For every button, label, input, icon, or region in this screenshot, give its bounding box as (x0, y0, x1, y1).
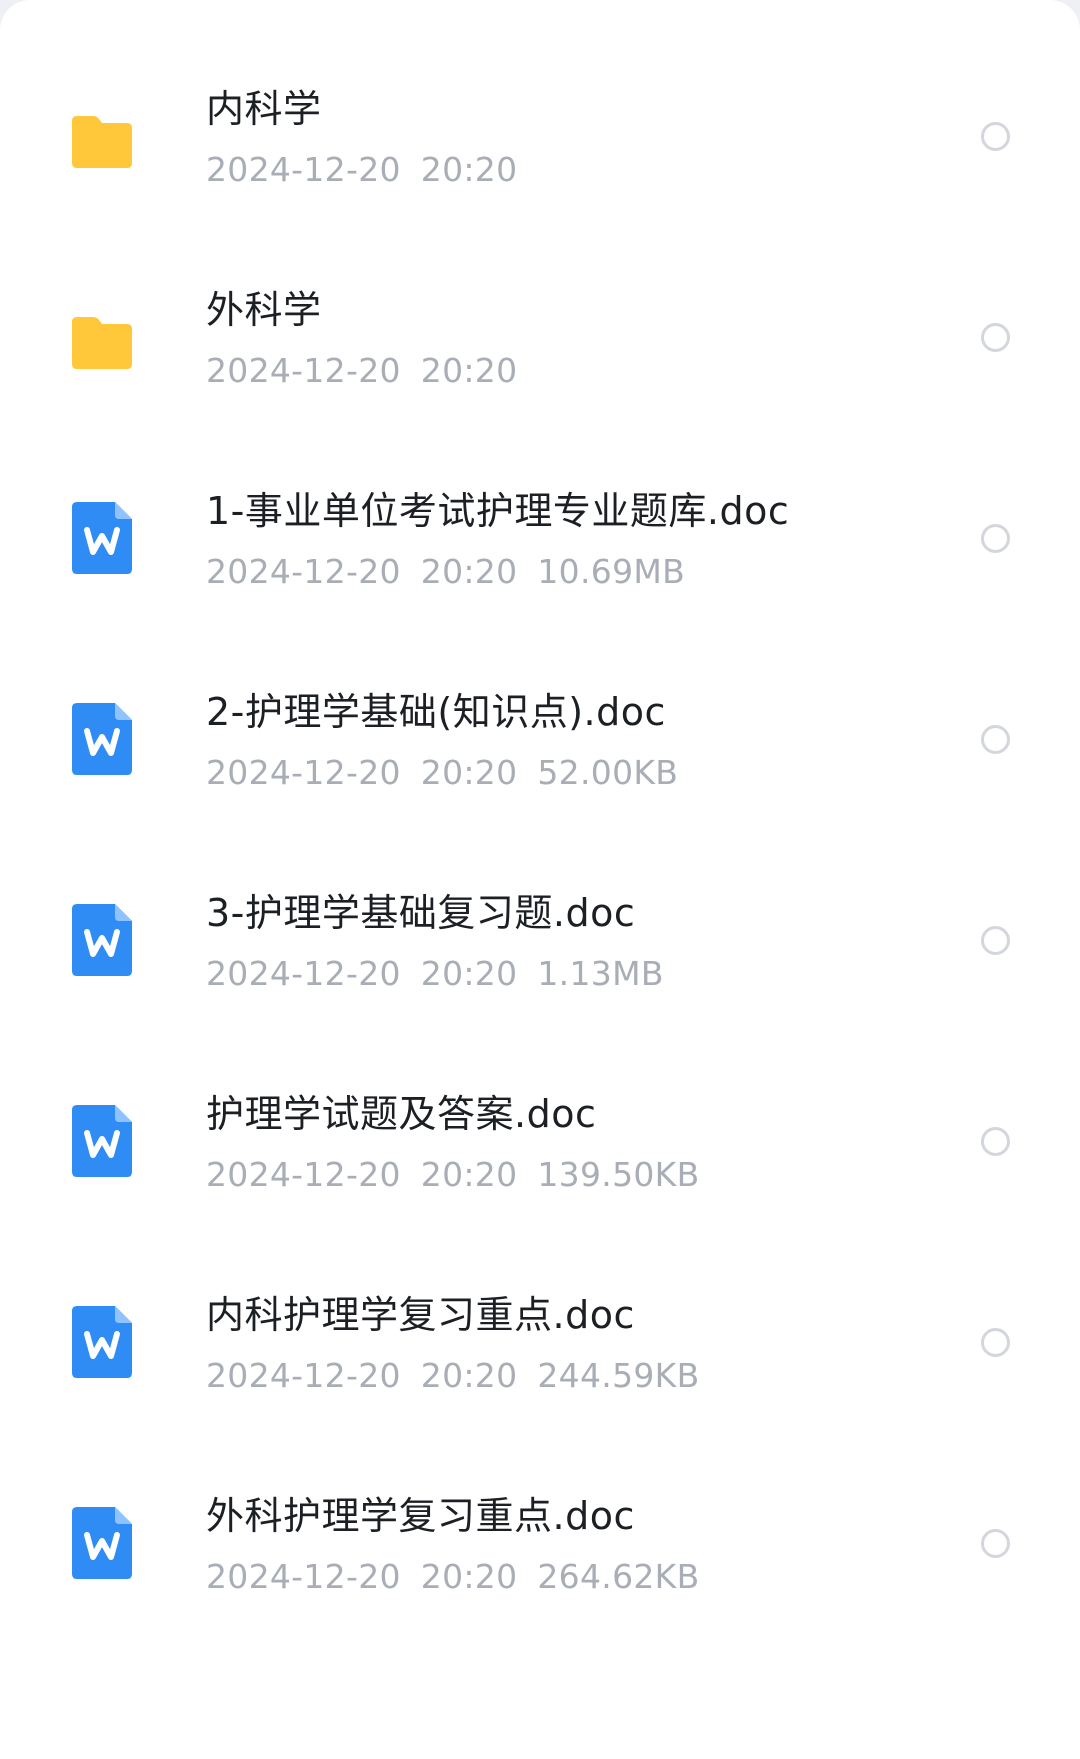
file-name: 外科学 (206, 288, 322, 332)
file-time: 20:20 (420, 1155, 518, 1194)
select-radio-button[interactable] (981, 323, 1010, 352)
file-size: 10.69MB (537, 552, 686, 591)
file-text: 2-护理学基础(知识点).doc 2024-12-20 20:20 52.00KB (206, 689, 946, 793)
file-list-item[interactable]: 2-护理学基础(知识点).doc 2024-12-20 20:20 52.00KB (0, 645, 1080, 846)
file-name: 内科护理学复习重点.doc (206, 1293, 635, 1337)
file-text: 3-护理学基础复习题.doc 2024-12-20 20:20 1.13MB (206, 890, 946, 994)
file-meta: 2024-12-20 20:20 1.13MB (206, 954, 946, 994)
select-radio-button[interactable] (981, 524, 1010, 553)
word-doc-icon (70, 1304, 134, 1380)
file-browser-sheet: 内科学 2024-12-20 20:20 外科学 2024-12-20 20:20 1-事业… (0, 0, 1080, 1759)
word-doc-icon (70, 902, 134, 978)
file-list: 内科学 2024-12-20 20:20 外科学 2024-12-20 20:20 1-事业… (0, 42, 1080, 1650)
file-meta: 2024-12-20 20:20 244.59KB (206, 1356, 946, 1396)
file-date: 2024-12-20 (206, 1356, 401, 1395)
file-name: 护理学试题及答案.doc (206, 1092, 597, 1136)
file-date: 2024-12-20 (206, 753, 401, 792)
select-radio-button[interactable] (981, 1529, 1010, 1558)
file-name: 2-护理学基础(知识点).doc (206, 690, 666, 734)
file-size: 264.62KB (537, 1557, 700, 1596)
select-radio-button[interactable] (981, 122, 1010, 151)
file-meta: 2024-12-20 20:20 139.50KB (206, 1155, 946, 1195)
file-meta: 2024-12-20 20:20 (206, 150, 946, 190)
file-meta: 2024-12-20 20:20 52.00KB (206, 753, 946, 793)
select-radio-button[interactable] (981, 725, 1010, 754)
file-list-item[interactable]: 外科护理学复习重点.doc 2024-12-20 20:20 264.62KB (0, 1449, 1080, 1650)
file-date: 2024-12-20 (206, 954, 401, 993)
file-date: 2024-12-20 (206, 351, 401, 390)
word-doc-icon (70, 1103, 134, 1179)
file-size: 244.59KB (537, 1356, 700, 1395)
file-list-item[interactable]: 内科学 2024-12-20 20:20 (0, 42, 1080, 243)
file-time: 20:20 (420, 753, 518, 792)
word-doc-icon (70, 1505, 134, 1581)
file-name: 1-事业单位考试护理专业题库.doc (206, 489, 790, 533)
file-date: 2024-12-20 (206, 150, 401, 189)
file-name: 外科护理学复习重点.doc (206, 1494, 635, 1538)
file-time: 20:20 (420, 351, 518, 390)
file-size: 139.50KB (537, 1155, 700, 1194)
file-list-item[interactable]: 1-事业单位考试护理专业题库.doc 2024-12-20 20:20 10.69MB (0, 444, 1080, 645)
file-meta: 2024-12-20 20:20 264.62KB (206, 1557, 946, 1597)
file-text: 外科护理学复习重点.doc 2024-12-20 20:20 264.62KB (206, 1493, 946, 1597)
file-list-item[interactable]: 外科学 2024-12-20 20:20 (0, 243, 1080, 444)
file-meta: 2024-12-20 20:20 (206, 351, 946, 391)
file-text: 外科学 2024-12-20 20:20 (206, 287, 946, 391)
file-meta: 2024-12-20 20:20 10.69MB (206, 552, 946, 592)
file-time: 20:20 (420, 150, 518, 189)
file-time: 20:20 (420, 954, 518, 993)
file-text: 1-事业单位考试护理专业题库.doc 2024-12-20 20:20 10.69MB (206, 488, 946, 592)
file-date: 2024-12-20 (206, 1557, 401, 1596)
file-date: 2024-12-20 (206, 552, 401, 591)
folder-icon (70, 98, 134, 174)
file-time: 20:20 (420, 1557, 518, 1596)
select-radio-button[interactable] (981, 1328, 1010, 1357)
word-doc-icon (70, 701, 134, 777)
file-name: 3-护理学基础复习题.doc (206, 891, 636, 935)
file-name: 内科学 (206, 87, 322, 131)
file-time: 20:20 (420, 1356, 518, 1395)
word-doc-icon (70, 500, 134, 576)
file-time: 20:20 (420, 552, 518, 591)
file-text: 护理学试题及答案.doc 2024-12-20 20:20 139.50KB (206, 1091, 946, 1195)
file-list-item[interactable]: 护理学试题及答案.doc 2024-12-20 20:20 139.50KB (0, 1047, 1080, 1248)
file-list-item[interactable]: 内科护理学复习重点.doc 2024-12-20 20:20 244.59KB (0, 1248, 1080, 1449)
file-size: 52.00KB (537, 753, 679, 792)
file-text: 内科学 2024-12-20 20:20 (206, 86, 946, 190)
folder-icon (70, 299, 134, 375)
select-radio-button[interactable] (981, 926, 1010, 955)
select-radio-button[interactable] (981, 1127, 1010, 1156)
file-size: 1.13MB (537, 954, 664, 993)
file-date: 2024-12-20 (206, 1155, 401, 1194)
file-text: 内科护理学复习重点.doc 2024-12-20 20:20 244.59KB (206, 1292, 946, 1396)
file-list-item[interactable]: 3-护理学基础复习题.doc 2024-12-20 20:20 1.13MB (0, 846, 1080, 1047)
